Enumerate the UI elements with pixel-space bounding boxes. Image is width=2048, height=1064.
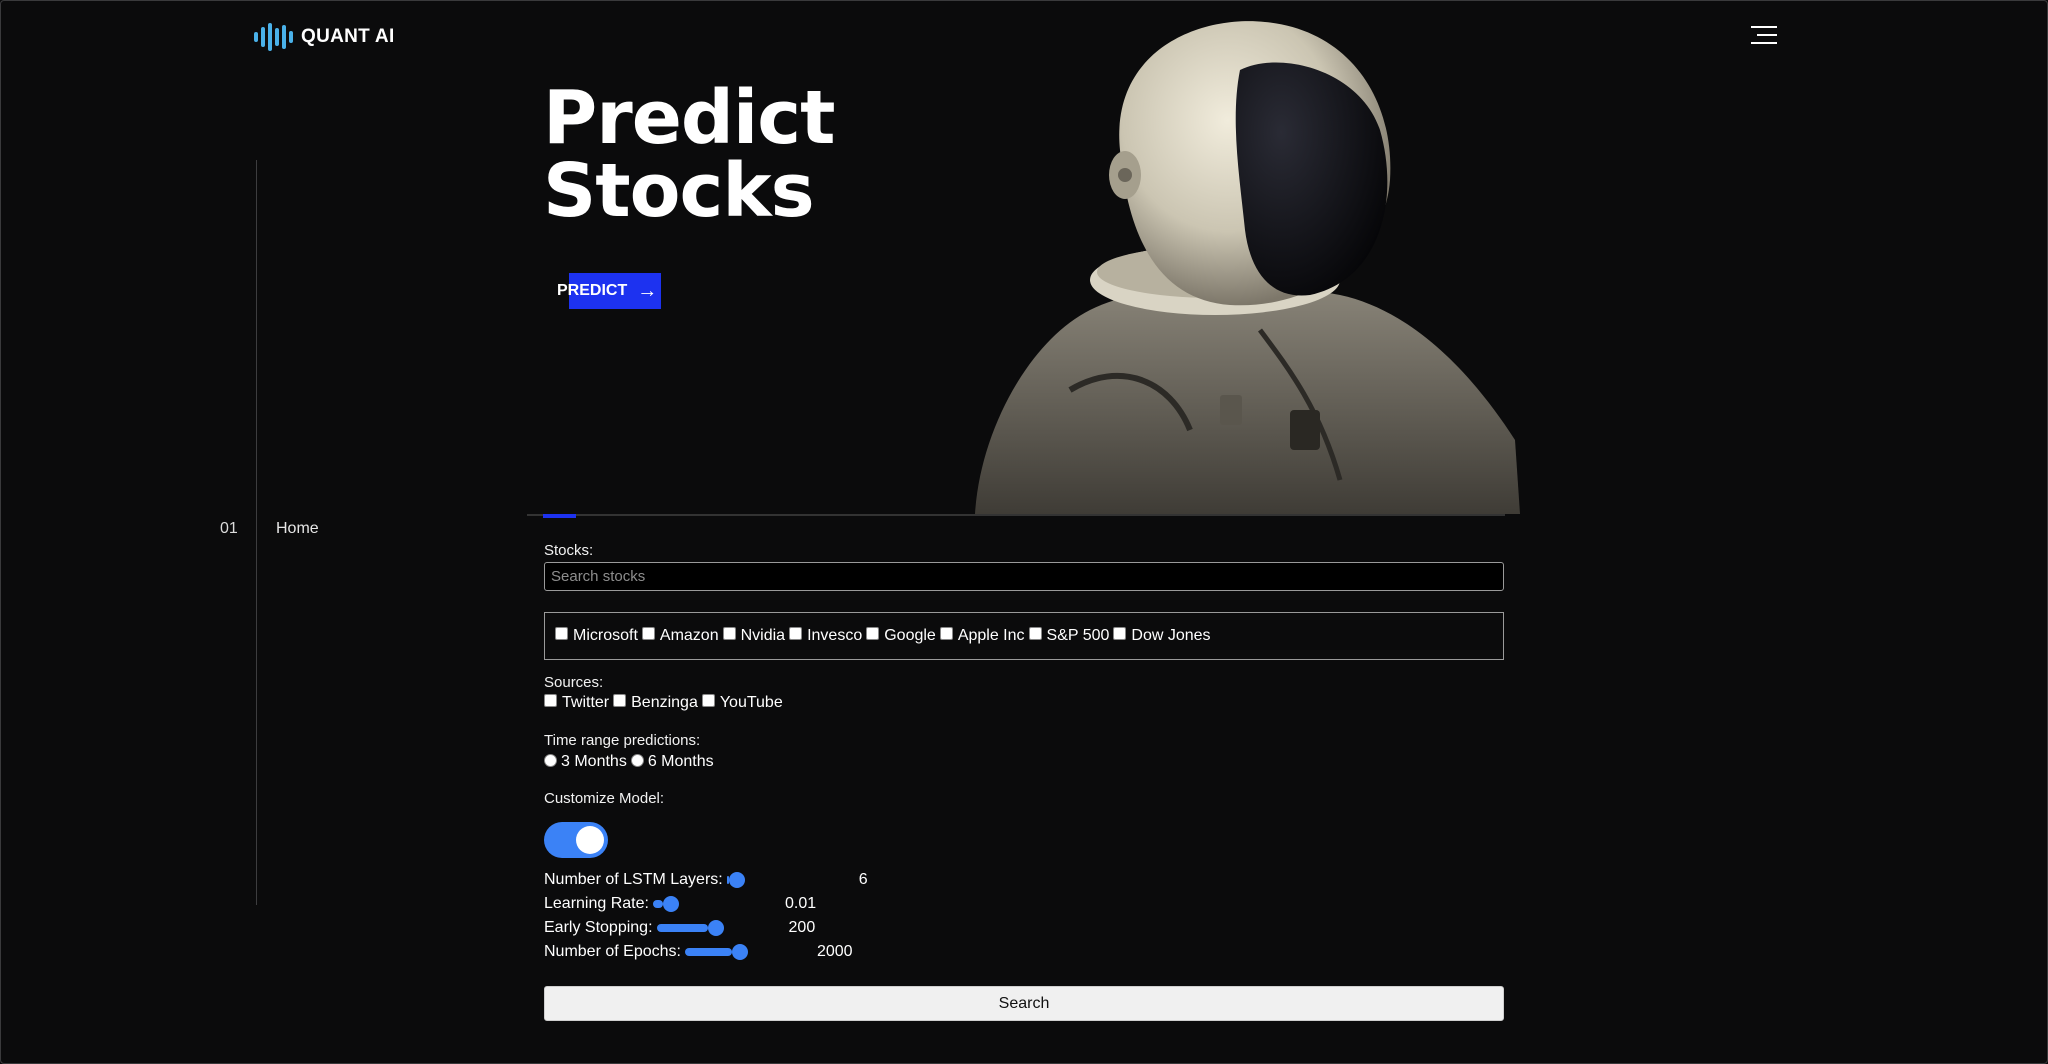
option-label: Apple Inc xyxy=(957,627,1025,644)
stock-option-google[interactable]: Google xyxy=(866,626,936,645)
predict-button[interactable]: PREDICT → xyxy=(557,273,661,309)
checkbox[interactable] xyxy=(555,626,568,640)
title-line-2: Stocks xyxy=(543,148,815,234)
time-range-options: 3 Months 6 Months xyxy=(544,753,718,771)
slider-value: 0.01 xyxy=(784,895,817,912)
time-range-label: Time range predictions: xyxy=(544,732,701,749)
time-range-6-months[interactable]: 6 Months xyxy=(630,753,714,771)
checkbox[interactable] xyxy=(1028,626,1042,640)
customize-model-label: Customize Model: xyxy=(544,790,665,807)
option-label: Amazon xyxy=(659,627,719,644)
slider-row-learning-rate: Learning Rate: 0.01 xyxy=(544,893,816,915)
checkbox[interactable] xyxy=(939,626,953,640)
radio[interactable] xyxy=(630,753,644,767)
predict-button-label: PREDICT xyxy=(557,282,628,299)
sidebar-line xyxy=(256,160,257,905)
slider-label: Learning Rate: xyxy=(544,895,649,912)
option-label: Benzinga xyxy=(631,694,698,711)
soundwave-logo-icon xyxy=(254,22,293,52)
stock-options: Microsoft Amazon Nvidia Invesco Google A… xyxy=(544,612,1504,660)
option-label: Google xyxy=(884,627,936,644)
stock-option-sp500[interactable]: S&P 500 xyxy=(1028,626,1110,645)
brand-name: QUANT AI xyxy=(301,26,395,47)
slider-label: Early Stopping: xyxy=(544,919,653,936)
slider-label: Number of LSTM Layers: xyxy=(544,871,723,888)
learning-rate-slider[interactable] xyxy=(652,896,781,912)
option-label: Nvidia xyxy=(740,627,786,644)
checkbox[interactable] xyxy=(789,626,803,640)
source-options: Twitter Benzinga YouTube xyxy=(544,693,787,712)
option-label: 3 Months xyxy=(561,753,627,770)
slider-row-epochs: Number of Epochs: 2000 xyxy=(544,941,853,963)
stock-option-apple[interactable]: Apple Inc xyxy=(939,626,1025,645)
checkbox[interactable] xyxy=(701,693,715,707)
lstm-layers-slider[interactable] xyxy=(726,872,855,888)
epochs-slider[interactable] xyxy=(684,944,813,960)
option-label: S&P 500 xyxy=(1046,627,1110,644)
sidebar-item-number: 01 xyxy=(220,520,238,537)
time-range-3-months[interactable]: 3 Months xyxy=(544,753,627,771)
sidebar-item-home[interactable]: Home xyxy=(276,520,319,538)
option-label: Dow Jones xyxy=(1131,627,1211,644)
arrow-right-icon: → xyxy=(637,280,658,302)
option-label: YouTube xyxy=(719,694,783,711)
slider-value: 2000 xyxy=(816,943,853,960)
source-option-benzinga[interactable]: Benzinga xyxy=(613,693,698,712)
astronaut-image xyxy=(975,21,1520,514)
customize-model-toggle[interactable] xyxy=(544,822,608,858)
stock-option-invesco[interactable]: Invesco xyxy=(789,626,863,645)
hamburger-menu-icon[interactable] xyxy=(1751,26,1777,46)
option-label: Invesco xyxy=(807,627,863,644)
checkbox[interactable] xyxy=(722,626,736,640)
toggle-knob xyxy=(576,826,604,854)
slider-row-lstm-layers: Number of LSTM Layers: 6 xyxy=(544,869,868,891)
hero-divider xyxy=(527,514,1505,516)
early-stopping-slider[interactable] xyxy=(656,920,785,936)
slider-value: 200 xyxy=(788,919,816,936)
option-label: 6 Months xyxy=(647,753,714,770)
brand-logo[interactable]: QUANT AI xyxy=(254,22,395,52)
slide-indicator xyxy=(543,514,576,518)
checkbox[interactable] xyxy=(613,693,627,707)
search-stocks-input[interactable] xyxy=(544,562,1504,591)
source-option-twitter[interactable]: Twitter xyxy=(544,693,610,712)
stock-option-amazon[interactable]: Amazon xyxy=(641,626,719,645)
page-title: Predict Stocks xyxy=(543,81,835,228)
sources-label: Sources: xyxy=(544,674,604,691)
stocks-label: Stocks: xyxy=(544,542,594,559)
radio[interactable] xyxy=(544,753,557,767)
search-button[interactable]: Search xyxy=(544,986,1504,1021)
source-option-youtube[interactable]: YouTube xyxy=(701,693,783,712)
stock-option-microsoft[interactable]: Microsoft xyxy=(555,626,638,645)
stock-option-nvidia[interactable]: Nvidia xyxy=(722,626,786,645)
checkbox[interactable] xyxy=(1113,626,1127,640)
slider-value: 6 xyxy=(858,871,868,888)
slider-row-early-stopping: Early Stopping: 200 xyxy=(544,917,815,939)
option-label: Twitter xyxy=(562,694,610,711)
checkbox[interactable] xyxy=(866,626,880,640)
option-label: Microsoft xyxy=(573,627,638,644)
checkbox[interactable] xyxy=(641,626,655,640)
stock-option-dow-jones[interactable]: Dow Jones xyxy=(1113,626,1211,645)
slider-label: Number of Epochs: xyxy=(544,943,681,960)
checkbox[interactable] xyxy=(544,693,557,707)
